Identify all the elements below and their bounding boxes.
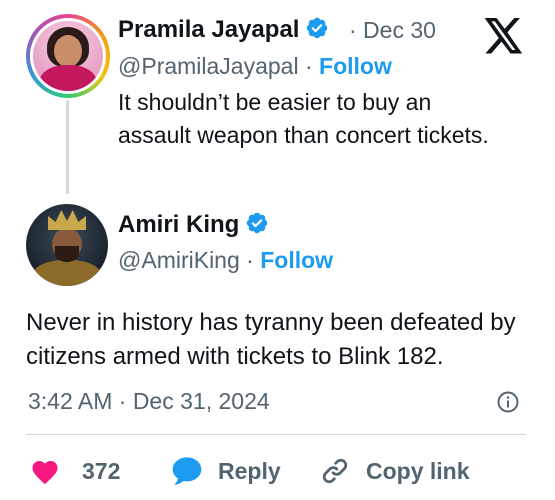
follow-button-amiri[interactable]: Follow: [260, 247, 333, 273]
heart-icon: [30, 457, 60, 485]
divider: [26, 434, 526, 435]
avatar-amiri-king[interactable]: [26, 204, 108, 286]
main-author-handle-row: @AmiriKing · Follow: [118, 247, 333, 274]
parent-author-name[interactable]: Pramila Jayapal: [118, 16, 329, 47]
parent-tweet-date[interactable]: · Dec 30: [349, 17, 436, 44]
like-count: 372: [82, 457, 121, 484]
main-author-name[interactable]: Amiri King: [118, 211, 269, 242]
copy-link-label: Copy link: [366, 457, 470, 484]
copy-link-button[interactable]: Copy link: [320, 452, 470, 490]
reply-label: Reply: [218, 457, 281, 484]
parent-author-name-text[interactable]: Pramila Jayapal: [118, 16, 299, 43]
handle-separator: ·: [239, 247, 261, 273]
thread-connector-line: [66, 100, 69, 194]
tweet-timestamp[interactable]: 3:42 AM · Dec 31, 2024: [28, 388, 270, 415]
info-icon[interactable]: [496, 390, 520, 414]
embedded-tweet-card: Pramila Jayapal · Dec 30 @PramilaJayapal…: [0, 0, 555, 500]
x-logo-icon[interactable]: [484, 18, 524, 54]
follow-button-pramila[interactable]: Follow: [319, 53, 392, 79]
reply-button[interactable]: Reply: [170, 452, 281, 490]
main-author-handle[interactable]: @AmiriKing: [118, 247, 240, 273]
avatar-pramila-jayapal[interactable]: [26, 14, 110, 98]
parent-author-handle-row: @PramilaJayapal · Follow: [118, 53, 392, 80]
tweet-actions-bar: 372 Reply Copy link: [30, 452, 530, 490]
link-icon: [320, 456, 350, 486]
main-author-name-text[interactable]: Amiri King: [118, 211, 239, 238]
speech-bubble-icon: [170, 456, 204, 486]
like-button[interactable]: 372: [30, 452, 120, 490]
parent-author-handle[interactable]: @PramilaJayapal: [118, 53, 299, 79]
main-tweet-text: Never in history has tyranny been defeat…: [26, 309, 516, 370]
handle-separator: ·: [298, 53, 320, 79]
parent-tweet-text: It shouldn’t be easier to buy an assault…: [118, 89, 489, 148]
verified-badge-icon: [305, 16, 329, 47]
verified-badge-icon: [245, 211, 269, 242]
